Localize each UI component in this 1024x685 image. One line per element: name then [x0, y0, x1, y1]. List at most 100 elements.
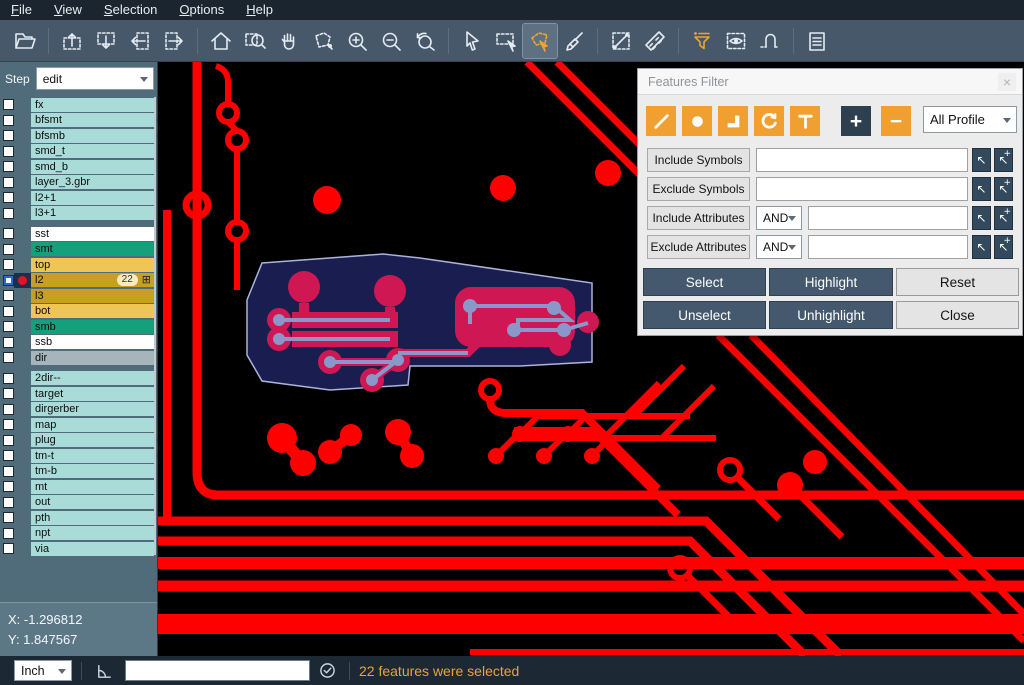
- layer-list-scrollbar[interactable]: [154, 97, 156, 555]
- exclude-symbols-input[interactable]: [756, 177, 968, 201]
- layer-row-sst[interactable]: sst: [0, 226, 157, 242]
- scroll-down-icon[interactable]: [89, 24, 123, 58]
- layer-visibility-checkbox[interactable]: [3, 466, 14, 477]
- step-select[interactable]: edit: [36, 67, 154, 90]
- reset-button[interactable]: Reset: [896, 268, 1019, 296]
- layer-row-top[interactable]: top: [0, 257, 157, 273]
- command-input[interactable]: [125, 660, 310, 681]
- layer-visibility-checkbox[interactable]: [3, 290, 14, 301]
- layer-row-smt[interactable]: smt: [0, 242, 157, 258]
- exclude-attributes-operator-select[interactable]: AND: [756, 235, 802, 259]
- layer-row-pth[interactable]: pth: [0, 510, 157, 526]
- zoom-in-icon[interactable]: [340, 24, 374, 58]
- layer-row-smb[interactable]: smb: [0, 319, 157, 335]
- layer-row-l2[interactable]: l222⊞: [0, 273, 157, 289]
- snap-route-icon[interactable]: [753, 24, 787, 58]
- include-attributes-button[interactable]: Include Attributes: [647, 206, 750, 230]
- zoom-previous-icon[interactable]: [408, 24, 442, 58]
- layer-visibility-checkbox[interactable]: [3, 481, 14, 492]
- zoom-area-icon[interactable]: [238, 24, 272, 58]
- home-view-icon[interactable]: [204, 24, 238, 58]
- layer-visibility-checkbox[interactable]: [3, 528, 14, 539]
- layer-row-fx[interactable]: fx: [0, 97, 157, 113]
- include-attributes-operator-select[interactable]: AND: [756, 206, 802, 230]
- layer-visibility-checkbox[interactable]: [3, 259, 14, 270]
- close-button[interactable]: Close: [896, 301, 1019, 329]
- include-symbols-input[interactable]: [756, 148, 968, 172]
- pan-hand-icon[interactable]: [272, 24, 306, 58]
- layer-visibility-checkbox[interactable]: [3, 352, 14, 363]
- layer-row-l3[interactable]: l3: [0, 288, 157, 304]
- layer-row-out[interactable]: out: [0, 495, 157, 511]
- exclude-attributes-input[interactable]: [808, 235, 968, 259]
- measure-distance-icon[interactable]: [604, 24, 638, 58]
- highlight-button[interactable]: Highlight: [769, 268, 893, 296]
- menu-view[interactable]: View: [43, 0, 93, 20]
- features-filter-icon[interactable]: [685, 24, 719, 58]
- exclude-symbols-button[interactable]: Exclude Symbols: [647, 177, 750, 201]
- layer-row-2dir--[interactable]: 2dir--: [0, 371, 157, 387]
- layer-row-tm-t[interactable]: tm-t: [0, 448, 157, 464]
- measure-ruler-icon[interactable]: [638, 24, 672, 58]
- layer-row-bfsmb[interactable]: bfsmb: [0, 128, 157, 144]
- exclude-attributes-button[interactable]: Exclude Attributes: [647, 235, 750, 259]
- menu-options[interactable]: Options: [168, 0, 235, 20]
- pick-attribute-button[interactable]: ↖: [972, 235, 991, 259]
- select-pointer-icon[interactable]: [455, 24, 489, 58]
- layer-visibility-checkbox[interactable]: [3, 404, 14, 415]
- pick-add-symbol-button[interactable]: ↖+: [994, 148, 1013, 172]
- menu-selection[interactable]: Selection: [93, 0, 168, 20]
- layer-row-dirgerber[interactable]: dirgerber: [0, 402, 157, 418]
- remove-mode-button[interactable]: −: [881, 106, 911, 136]
- unhighlight-button[interactable]: Unhighlight: [769, 301, 893, 329]
- sync-icon[interactable]: [319, 662, 336, 679]
- layer-visibility-checkbox[interactable]: [3, 435, 14, 446]
- scroll-left-icon[interactable]: [123, 24, 157, 58]
- layer-row-via[interactable]: via: [0, 541, 157, 557]
- layer-row-smd_t[interactable]: smd_t: [0, 144, 157, 160]
- layer-visibility-checkbox[interactable]: [3, 419, 14, 430]
- line-feature-button[interactable]: [646, 106, 676, 136]
- select-button[interactable]: Select: [643, 268, 766, 296]
- clear-selection-icon[interactable]: [557, 24, 591, 58]
- pick-attribute-button[interactable]: ↖: [972, 206, 991, 230]
- layer-visibility-checkbox[interactable]: [3, 321, 14, 332]
- angle-mode-icon[interactable]: [95, 661, 114, 680]
- layer-row-dir[interactable]: dir: [0, 350, 157, 366]
- layer-row-npt[interactable]: npt: [0, 526, 157, 542]
- close-icon[interactable]: ×: [998, 73, 1016, 91]
- view-options-icon[interactable]: [719, 24, 753, 58]
- scroll-right-icon[interactable]: [157, 24, 191, 58]
- layer-visibility-checkbox[interactable]: [3, 373, 14, 384]
- pick-add-symbol-button[interactable]: ↖+: [994, 177, 1013, 201]
- layer-row-tm-b[interactable]: tm-b: [0, 464, 157, 480]
- surface-feature-button[interactable]: [718, 106, 748, 136]
- pick-symbol-button[interactable]: ↖: [972, 177, 991, 201]
- layer-visibility-checkbox[interactable]: [3, 177, 14, 188]
- scroll-up-icon[interactable]: [55, 24, 89, 58]
- pad-feature-button[interactable]: [682, 106, 712, 136]
- layer-visibility-checkbox[interactable]: [3, 115, 14, 126]
- layer-row-smd_b[interactable]: smd_b: [0, 159, 157, 175]
- layer-visibility-checkbox[interactable]: [3, 244, 14, 255]
- arc-feature-button[interactable]: [754, 106, 784, 136]
- layer-row-l3+1[interactable]: l3+1: [0, 206, 157, 222]
- layer-visibility-checkbox[interactable]: [3, 337, 14, 348]
- layer-visibility-checkbox[interactable]: [3, 275, 14, 286]
- layer-visibility-checkbox[interactable]: [3, 161, 14, 172]
- pick-add-attribute-button[interactable]: ↖+: [994, 206, 1013, 230]
- layer-row-l2+1[interactable]: l2+1: [0, 190, 157, 206]
- layer-visibility-checkbox[interactable]: [3, 208, 14, 219]
- pick-symbol-button[interactable]: ↖: [972, 148, 991, 172]
- units-select[interactable]: Inch: [14, 660, 72, 681]
- layer-row-map[interactable]: map: [0, 417, 157, 433]
- select-rectangle-icon[interactable]: [489, 24, 523, 58]
- layer-visibility-checkbox[interactable]: [3, 388, 14, 399]
- layer-visibility-checkbox[interactable]: [3, 228, 14, 239]
- layer-visibility-checkbox[interactable]: [3, 512, 14, 523]
- layer-row-plug[interactable]: plug: [0, 433, 157, 449]
- layer-row-target[interactable]: target: [0, 386, 157, 402]
- layer-visibility-checkbox[interactable]: [3, 99, 14, 110]
- layer-visibility-checkbox[interactable]: [3, 146, 14, 157]
- layer-visibility-checkbox[interactable]: [3, 497, 14, 508]
